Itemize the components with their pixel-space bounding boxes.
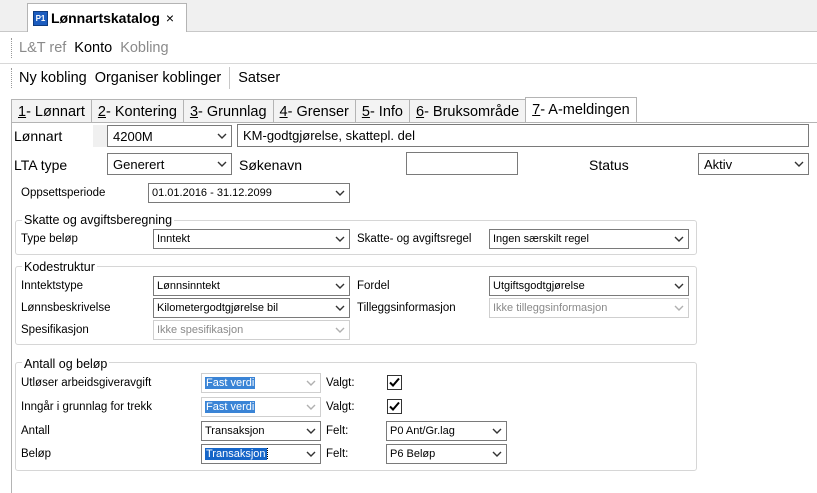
chevron-down-icon[interactable] bbox=[670, 299, 688, 317]
sokenavn-input[interactable] bbox=[406, 152, 518, 175]
inntektstype-label: Inntektstype bbox=[21, 280, 84, 292]
utloser-aga-label: Utløser arbeidsgiveravgift bbox=[21, 377, 152, 389]
chevron-down-icon[interactable] bbox=[670, 277, 688, 295]
toolbar-grip-2[interactable] bbox=[11, 68, 14, 88]
inngar-grunnlag-checkbox[interactable] bbox=[387, 399, 402, 414]
status-select[interactable]: Aktiv bbox=[698, 153, 809, 175]
chevron-down-icon[interactable] bbox=[331, 321, 349, 339]
toolbar-actions: Ny kobling Organiser koblinger Satser bbox=[11, 63, 817, 93]
utloser-aga-checkbox[interactable] bbox=[387, 375, 402, 390]
chevron-down-icon[interactable] bbox=[488, 422, 506, 440]
skatte-group-title: Skatte og avgiftsberegning bbox=[22, 213, 175, 227]
lonnart-description-input[interactable]: KM-godtgjørelse, skattepl. del bbox=[237, 124, 809, 147]
skatte-regel-select[interactable]: Ingen særskilt regel bbox=[489, 229, 689, 249]
document-tab-title: Lønnartskatalog bbox=[51, 10, 160, 26]
toolbar-grip[interactable] bbox=[11, 38, 14, 58]
utloser-aga-select[interactable]: Fast verdi bbox=[201, 373, 321, 393]
chevron-down-icon[interactable] bbox=[213, 126, 231, 146]
chevron-down-icon[interactable] bbox=[302, 398, 320, 416]
status-label: Status bbox=[589, 157, 629, 173]
antall-felt-select[interactable]: P0 Ant/Gr.lag bbox=[386, 421, 507, 441]
chevron-down-icon[interactable] bbox=[331, 230, 349, 248]
tab-a-meldingen[interactable]: 7 - A-meldingen bbox=[525, 97, 637, 123]
lonnart-gap bbox=[93, 125, 107, 147]
fordel-label: Fordel bbox=[357, 280, 390, 292]
antall-label: Antall bbox=[21, 425, 50, 437]
antall-group-title: Antall og beløp bbox=[22, 357, 110, 371]
chevron-down-icon[interactable] bbox=[331, 184, 349, 202]
document-tab[interactable]: P1 Lønnartskatalog × bbox=[27, 3, 187, 32]
felt-label-antall: Felt: bbox=[326, 425, 349, 437]
lt-ref-button[interactable]: L&T ref bbox=[19, 40, 66, 56]
belop-felt-select[interactable]: P6 Beløp bbox=[386, 444, 507, 464]
tab-bruksomrade[interactable]: 6 - Bruksområde bbox=[408, 99, 526, 123]
tilleggsinformasjon-select[interactable]: Ikke tilleggsinformasjon bbox=[489, 298, 689, 318]
antall-select[interactable]: Transaksjon bbox=[201, 421, 321, 441]
belop-label: Beløp bbox=[21, 448, 52, 460]
satser-button[interactable]: Satser bbox=[238, 70, 280, 86]
checkmark-icon bbox=[389, 377, 400, 387]
organiser-koblinger-button[interactable]: Organiser koblinger bbox=[95, 70, 222, 86]
lta-type-select[interactable]: Generert bbox=[107, 153, 232, 175]
lonnsbeskrivelse-select[interactable]: Kilometergodtgjørelse bil bbox=[153, 298, 350, 318]
inngar-grunnlag-label: Inngår i grunnlag for trekk bbox=[21, 401, 153, 413]
toolbar-separator bbox=[229, 67, 231, 89]
chevron-down-icon[interactable] bbox=[331, 299, 349, 317]
tab-kontering[interactable]: 2 - Kontering bbox=[90, 99, 183, 123]
kobling-button[interactable]: Kobling bbox=[120, 40, 168, 56]
type-belop-select[interactable]: Inntekt bbox=[153, 229, 350, 249]
oppsettsperiode-label: Oppsettsperiode bbox=[21, 187, 106, 199]
kode-group-title: Kodestruktur bbox=[22, 260, 97, 274]
valgt-label-1: Valgt: bbox=[326, 377, 355, 389]
lonnart-label: Lønnart bbox=[14, 128, 63, 144]
checkmark-icon bbox=[389, 401, 400, 411]
inntektstype-select[interactable]: Lønnsinntekt bbox=[153, 276, 350, 296]
valgt-label-2: Valgt: bbox=[326, 401, 355, 413]
lta-type-label: LTA type bbox=[14, 157, 68, 173]
lonnart-select[interactable]: 4200M bbox=[107, 125, 232, 147]
inngar-grunnlag-select[interactable]: Fast verdi bbox=[201, 397, 321, 417]
oppsettsperiode-select[interactable]: 01.01.2016 - 31.12.2099 bbox=[148, 183, 350, 203]
tab-info[interactable]: 5 - Info bbox=[354, 99, 409, 123]
spesifikasjon-label: Spesifikasjon bbox=[21, 324, 89, 336]
toolbar-links: L&T ref Konto Kobling bbox=[11, 33, 817, 63]
sokenavn-label: Søkenavn bbox=[239, 157, 303, 173]
ny-kobling-button[interactable]: Ny kobling bbox=[19, 70, 87, 86]
tab-strip: 1 - Lønnart 2 - Kontering 3 - Grunnlag 4… bbox=[11, 97, 637, 123]
type-belop-label: Type beløp bbox=[21, 233, 78, 245]
close-icon[interactable]: × bbox=[166, 10, 174, 26]
belop-select[interactable]: Transaksjon bbox=[201, 444, 321, 464]
spesifikasjon-select[interactable]: Ikke spesifikasjon bbox=[153, 320, 350, 340]
tilleggsinformasjon-label: Tilleggsinformasjon bbox=[357, 302, 456, 314]
chevron-down-icon[interactable] bbox=[331, 277, 349, 295]
felt-label-belop: Felt: bbox=[326, 448, 349, 460]
tab-lonnart[interactable]: 1 - Lønnart bbox=[11, 99, 91, 123]
chevron-down-icon[interactable] bbox=[213, 154, 231, 174]
konto-button[interactable]: Konto bbox=[74, 40, 112, 56]
app-icon: P1 bbox=[33, 10, 48, 26]
chevron-down-icon[interactable] bbox=[488, 445, 506, 463]
chevron-down-icon[interactable] bbox=[302, 422, 320, 440]
skatte-regel-label: Skatte- og avgiftsregel bbox=[357, 233, 472, 245]
chevron-down-icon[interactable] bbox=[302, 374, 320, 392]
lonnsbeskrivelse-label: Lønnsbeskrivelse bbox=[21, 302, 111, 314]
chevron-down-icon[interactable] bbox=[670, 230, 688, 248]
chevron-down-icon[interactable] bbox=[790, 154, 808, 174]
chevron-down-icon[interactable] bbox=[302, 445, 320, 463]
fordel-select[interactable]: Utgiftsgodtgjørelse bbox=[489, 276, 689, 296]
tab-grunnlag[interactable]: 3 - Grunnlag bbox=[182, 99, 273, 123]
tab-grenser[interactable]: 4 - Grenser bbox=[272, 99, 355, 123]
